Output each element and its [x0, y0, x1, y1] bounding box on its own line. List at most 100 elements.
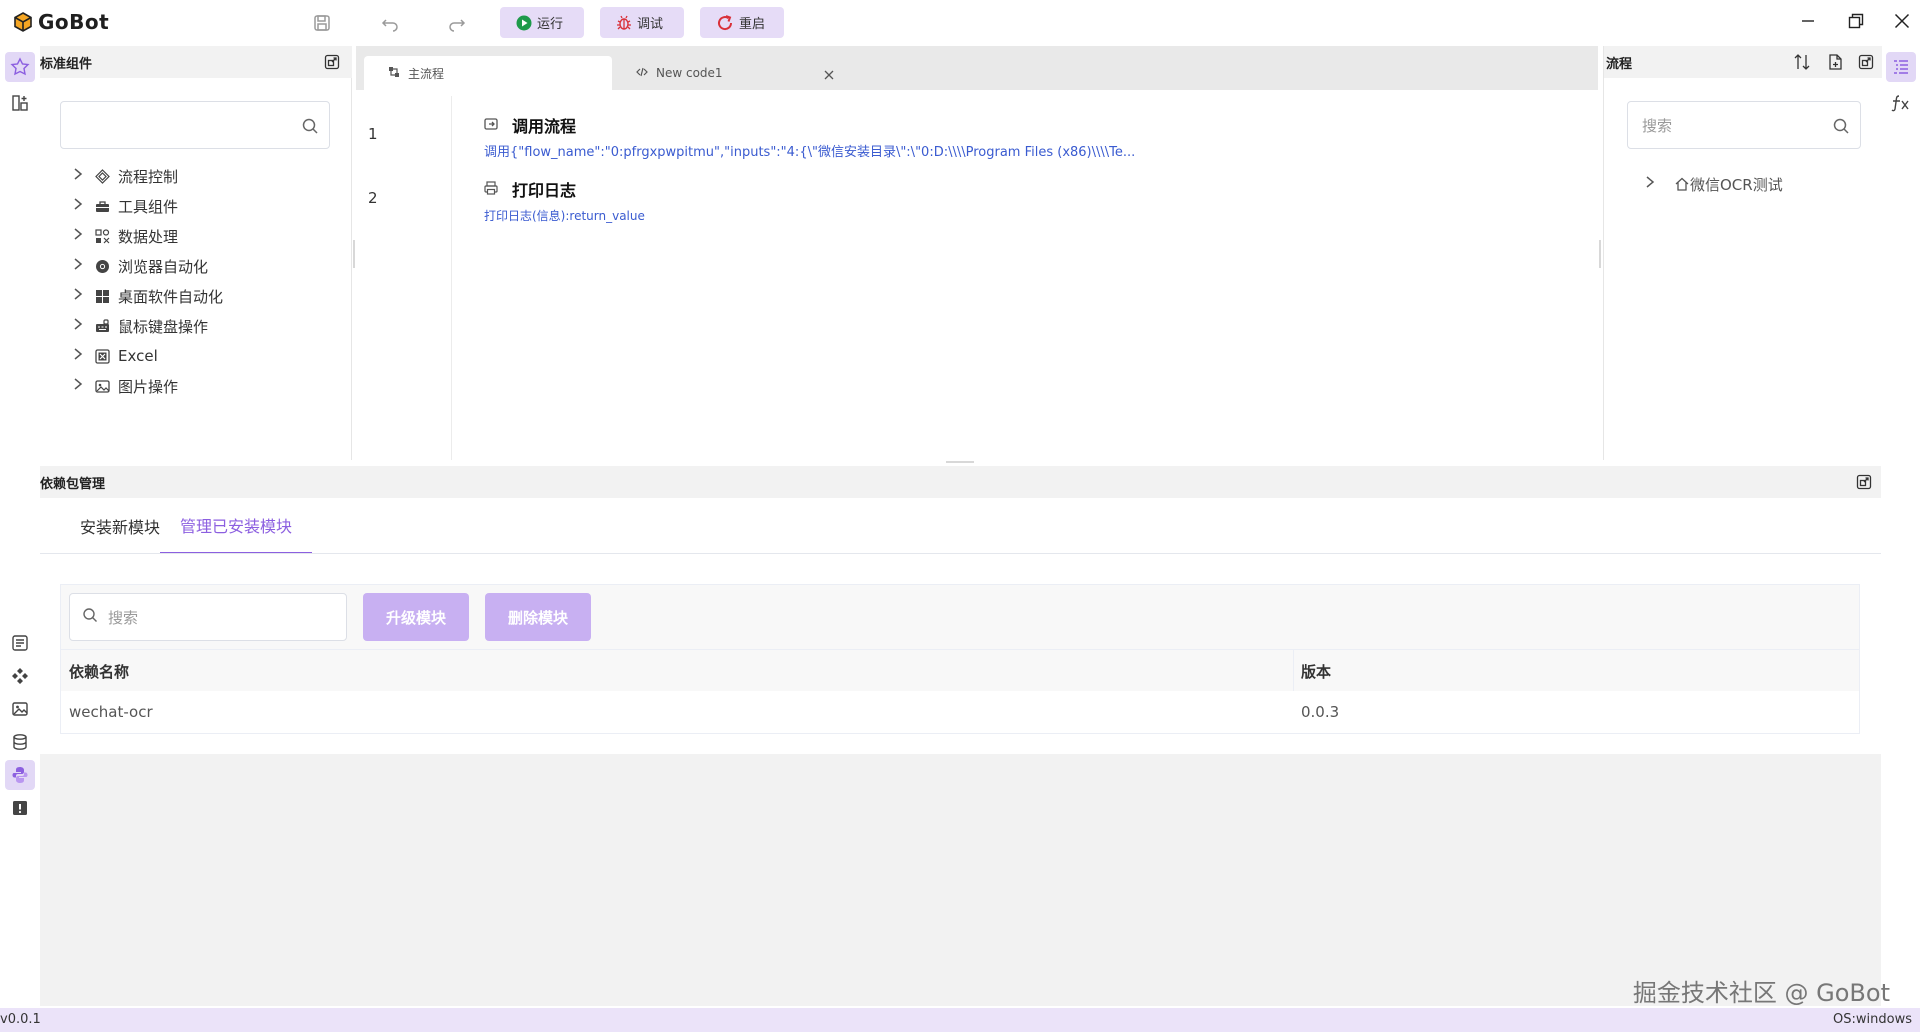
chevron-right-icon: [72, 197, 86, 215]
image-rail-icon[interactable]: [5, 694, 35, 724]
chevron-right-icon: [1644, 175, 1658, 193]
flow-icon: [388, 66, 400, 81]
os-label: OS:windows: [1833, 1012, 1912, 1027]
table-row[interactable]: wechat-ocr 0.0.3: [61, 691, 1859, 733]
panel-popout-icon[interactable]: [1858, 54, 1874, 74]
tree-item-browser-automation[interactable]: 浏览器自动化: [72, 251, 208, 281]
tree-item-excel[interactable]: Excel: [72, 341, 158, 371]
code-icon: [636, 66, 648, 81]
line-number-gutter: [356, 96, 452, 460]
restart-label: 重启: [739, 17, 766, 32]
components-rail-icon[interactable]: [5, 52, 35, 82]
watermark: 掘金技术社区 @ GoBot: [1632, 979, 1890, 1007]
diamond-icon: [94, 168, 110, 184]
step-title[interactable]: 打印日志: [484, 177, 576, 201]
divider: [61, 649, 1859, 650]
run-button[interactable]: 运行: [500, 7, 584, 38]
panel-popout-icon[interactable]: [1856, 474, 1872, 494]
add-module-rail-icon[interactable]: [5, 88, 35, 118]
function-fx-icon[interactable]: [1886, 88, 1916, 118]
tab-new-code1[interactable]: New code1: [612, 56, 852, 90]
tree-item-desktop-automation[interactable]: 桌面软件自动化: [72, 281, 223, 311]
column-header-name: 依赖名称: [69, 662, 130, 681]
scroll-log-rail-icon[interactable]: [5, 628, 35, 658]
data-icon: [94, 228, 110, 244]
flow-item-wechat-ocr[interactable]: 微信OCR测试: [1644, 169, 1783, 199]
debug-label: 调试: [637, 17, 664, 32]
dependency-body: 安装新模块 管理已安装模块 搜索 升级模块 删除模块 依赖名称 版本 wecha…: [40, 498, 1881, 754]
chevron-right-icon: [72, 347, 86, 365]
call-flow-icon: [484, 116, 498, 135]
dependency-header: 依赖包管理: [40, 466, 1881, 498]
flow-search-input[interactable]: 搜索: [1627, 101, 1861, 149]
close-tab-icon[interactable]: [824, 68, 834, 84]
undo-icon[interactable]: [377, 10, 403, 36]
delete-module-button[interactable]: 删除模块: [485, 593, 591, 641]
chrome-icon: [94, 258, 110, 274]
panel-popout-icon[interactable]: [324, 54, 340, 74]
compare-icon[interactable]: [1794, 54, 1810, 74]
line-number: 2: [368, 189, 378, 207]
step-description[interactable]: 调用{"flow_name":"0:pfrgxpwpitmu","inputs"…: [484, 141, 1135, 160]
minimize-icon[interactable]: [1790, 6, 1826, 36]
tree-item-mouse-keyboard[interactable]: 鼠标键盘操作: [72, 311, 208, 341]
run-label: 运行: [537, 17, 564, 32]
chevron-right-icon: [72, 317, 86, 335]
keyboard-icon: [94, 318, 110, 334]
search-icon: [82, 607, 98, 627]
search-icon: [1832, 117, 1850, 139]
right-rail: [1882, 46, 1920, 1008]
tree-item-tools[interactable]: 工具组件: [72, 191, 178, 221]
tree-item-image-ops[interactable]: 图片操作: [72, 371, 178, 401]
database-rail-icon[interactable]: [5, 727, 35, 757]
search-icon: [301, 117, 319, 139]
debug-button[interactable]: 调试: [600, 7, 684, 38]
close-window-icon[interactable]: [1884, 6, 1920, 36]
step-description[interactable]: 打印日志(信息):return_value: [484, 207, 645, 224]
tab-main-flow[interactable]: 主流程: [364, 56, 612, 90]
python-rail-icon[interactable]: [5, 760, 35, 790]
chevron-right-icon: [72, 167, 86, 185]
components-panel: 标准组件 流程控制 工具组件 数据处理 浏览器自动化 桌面软件自动化 鼠标键盘操: [40, 46, 352, 460]
upgrade-module-button[interactable]: 升级模块: [363, 593, 469, 641]
chevron-right-icon: [72, 287, 86, 305]
excel-icon: [94, 348, 110, 364]
step-title[interactable]: 调用流程: [484, 113, 576, 137]
components-header: 标准组件: [40, 46, 352, 78]
module-search-input[interactable]: 搜索: [69, 593, 347, 641]
outline-rail-icon[interactable]: [1886, 52, 1916, 82]
status-bar: v0.0.1 OS:windows: [0, 1008, 1920, 1032]
restart-icon: [716, 14, 734, 32]
module-version-cell: 0.0.3: [1301, 703, 1340, 721]
version-label: v0.0.1: [0, 1012, 41, 1027]
vertical-splitter[interactable]: [353, 240, 355, 268]
image-icon: [94, 378, 110, 394]
toolbox-icon: [94, 198, 110, 214]
restart-button[interactable]: 重启: [700, 7, 784, 38]
save-icon[interactable]: [309, 10, 335, 36]
dependency-title: 依赖包管理: [40, 476, 106, 492]
print-icon: [484, 180, 498, 199]
alert-rail-icon[interactable]: [5, 793, 35, 823]
module-name-cell: wechat-ocr: [69, 703, 153, 721]
tab-manage-installed[interactable]: 管理已安装模块: [160, 498, 312, 554]
components-search-input[interactable]: [60, 101, 330, 149]
left-rail: [0, 46, 40, 1008]
editor-panel: 主流程 New code1 1 调用流程 调用{"flow_name":"0:p…: [356, 46, 1598, 460]
dependency-panel: 依赖包管理 安装新模块 管理已安装模块 搜索 升级模块 删除模块 依赖名称 版本…: [40, 466, 1881, 1006]
tree-item-data-processing[interactable]: 数据处理: [72, 221, 178, 251]
installed-modules-card: 搜索 升级模块 删除模块 依赖名称 版本 wechat-ocr 0.0.3: [60, 584, 1860, 734]
chevron-right-icon: [72, 227, 86, 245]
play-icon: [516, 15, 532, 31]
restore-icon[interactable]: [1838, 6, 1874, 36]
new-file-icon[interactable]: [1827, 54, 1843, 74]
tree-item-flow-control[interactable]: 流程控制: [72, 161, 178, 191]
windows-icon: [94, 288, 110, 304]
title-bar: GoBot 运行 调试 重启: [0, 0, 1920, 46]
horizontal-splitter[interactable]: [946, 461, 974, 463]
components-grid-rail-icon[interactable]: [5, 661, 35, 691]
components-title: 标准组件: [40, 56, 93, 72]
vertical-splitter[interactable]: [1599, 240, 1601, 268]
redo-icon[interactable]: [444, 10, 470, 36]
column-header-version: 版本: [1301, 662, 1332, 681]
